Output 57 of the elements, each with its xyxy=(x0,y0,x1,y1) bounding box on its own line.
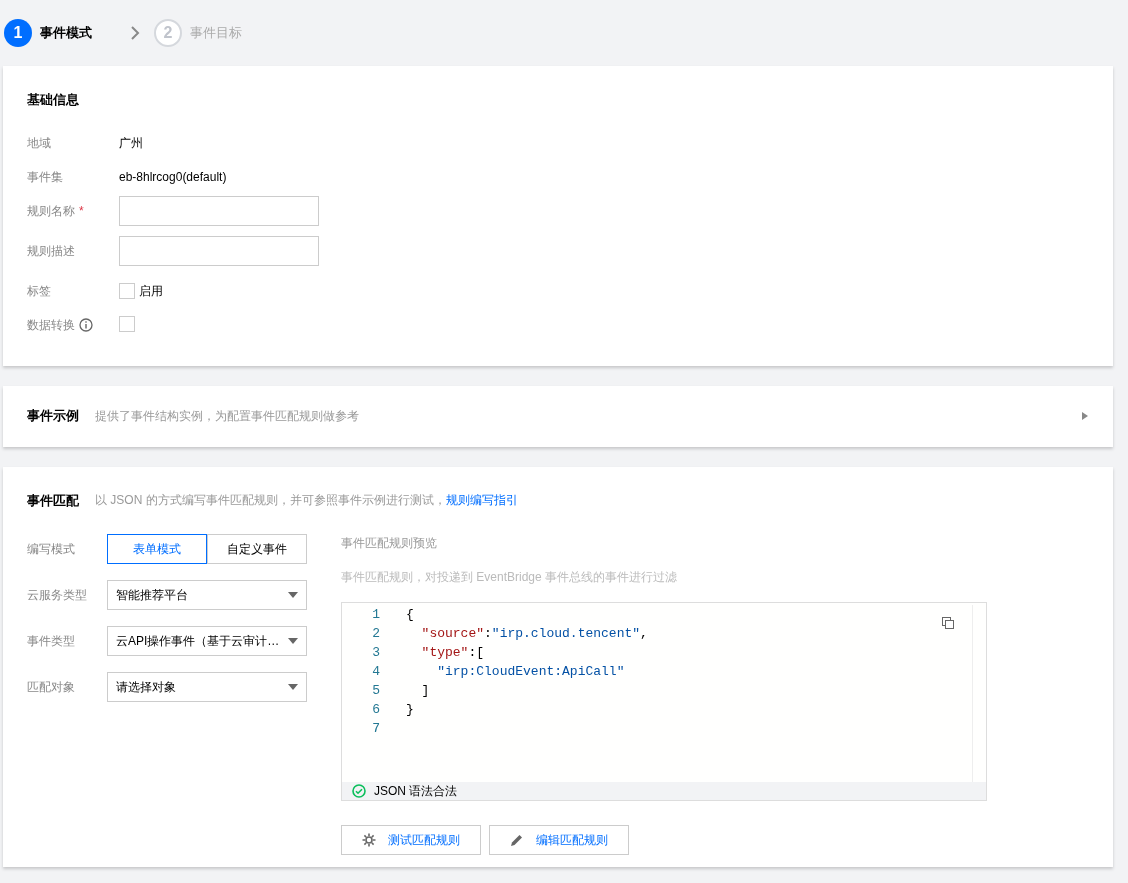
code-line: { xyxy=(406,606,415,624)
field-label: 匹配对象 xyxy=(27,679,76,696)
field-label: 标签 xyxy=(27,282,51,300)
preview-title: 事件匹配规则预览 xyxy=(341,535,438,552)
field-label: 规则名称 xyxy=(27,202,75,220)
step-tab[interactable]: 1 事件模式 xyxy=(4,19,92,47)
field-label: 事件类型 xyxy=(27,633,76,650)
field-value: eb-8hlrcog0(default) xyxy=(119,168,227,186)
section-description: 以 JSON 的方式编写事件匹配规则，并可参照事件示例进行测试， xyxy=(95,492,446,510)
select-dropdown[interactable]: 请选择对象 xyxy=(107,672,307,702)
chevron-right-icon xyxy=(130,26,140,40)
line-number: 4 xyxy=(371,663,380,681)
code-line: "type":[ xyxy=(420,644,486,662)
action-button[interactable]: 编辑匹配规则 xyxy=(489,825,629,855)
code-editor[interactable]: 1 2 3 4 5 6 7 { "source":"irp.cloud.tencent", "type":[ "irp:CloudEvent:ApiCall" ] } JSON 语法合法 xyxy=(341,602,987,801)
select-dropdown[interactable]: 智能推荐平台 xyxy=(107,580,307,610)
select-dropdown[interactable]: 云API操作事件（基于云审计… xyxy=(107,626,307,656)
gear-icon xyxy=(362,833,376,847)
checkbox-label: 启用 xyxy=(139,282,163,300)
field-value: 广州 xyxy=(119,134,143,152)
text-input[interactable] xyxy=(119,235,319,266)
section-title: 事件匹配 xyxy=(27,491,79,510)
line-number: 7 xyxy=(371,720,380,738)
caret-down-icon xyxy=(288,684,298,690)
section-description: 提供了事件结构实例，为配置事件匹配规则做参考 xyxy=(95,408,360,425)
action-button[interactable]: 测试匹配规则 xyxy=(341,825,481,855)
code-line: "source":"irp.cloud.tencent", xyxy=(420,625,649,643)
section-title: 事件示例 xyxy=(27,407,79,426)
mode-tab[interactable]: 自定义事件 xyxy=(207,534,307,564)
pencil-icon xyxy=(510,833,524,847)
line-number: 1 xyxy=(371,606,380,624)
code-line: } xyxy=(406,701,415,719)
field-label: 数据转换 xyxy=(27,316,75,334)
field-label: 编写模式 xyxy=(27,541,76,558)
field-label: 事件集 xyxy=(27,168,63,186)
field-label: 规则描述 xyxy=(27,242,75,260)
line-number: 6 xyxy=(371,701,380,719)
preview-description: 事件匹配规则，对投递到 EventBridge 事件总线的事件进行过滤 xyxy=(341,569,679,586)
section-title: 基础信息 xyxy=(27,91,80,109)
copy-icon[interactable] xyxy=(942,617,954,629)
line-number: 2 xyxy=(371,625,380,643)
field-label: 云服务类型 xyxy=(27,587,88,604)
checkbox[interactable] xyxy=(119,282,135,299)
status-text: JSON 语法合法 xyxy=(374,783,458,800)
line-number: 3 xyxy=(371,644,380,662)
required-asterisk: * xyxy=(79,202,84,220)
guide-link[interactable]: 规则编写指引 xyxy=(445,491,518,510)
field-label: 地域 xyxy=(27,134,51,152)
line-number: 5 xyxy=(371,682,380,700)
code-line: "irp:CloudEvent:ApiCall" xyxy=(436,663,626,681)
text-input[interactable] xyxy=(119,195,319,226)
caret-right-icon[interactable] xyxy=(1081,412,1089,420)
code-line: ] xyxy=(420,682,431,700)
mode-tab[interactable]: 表单模式 xyxy=(107,534,207,564)
checkbox[interactable] xyxy=(119,315,135,332)
caret-down-icon xyxy=(288,638,298,644)
caret-down-icon xyxy=(288,592,298,598)
